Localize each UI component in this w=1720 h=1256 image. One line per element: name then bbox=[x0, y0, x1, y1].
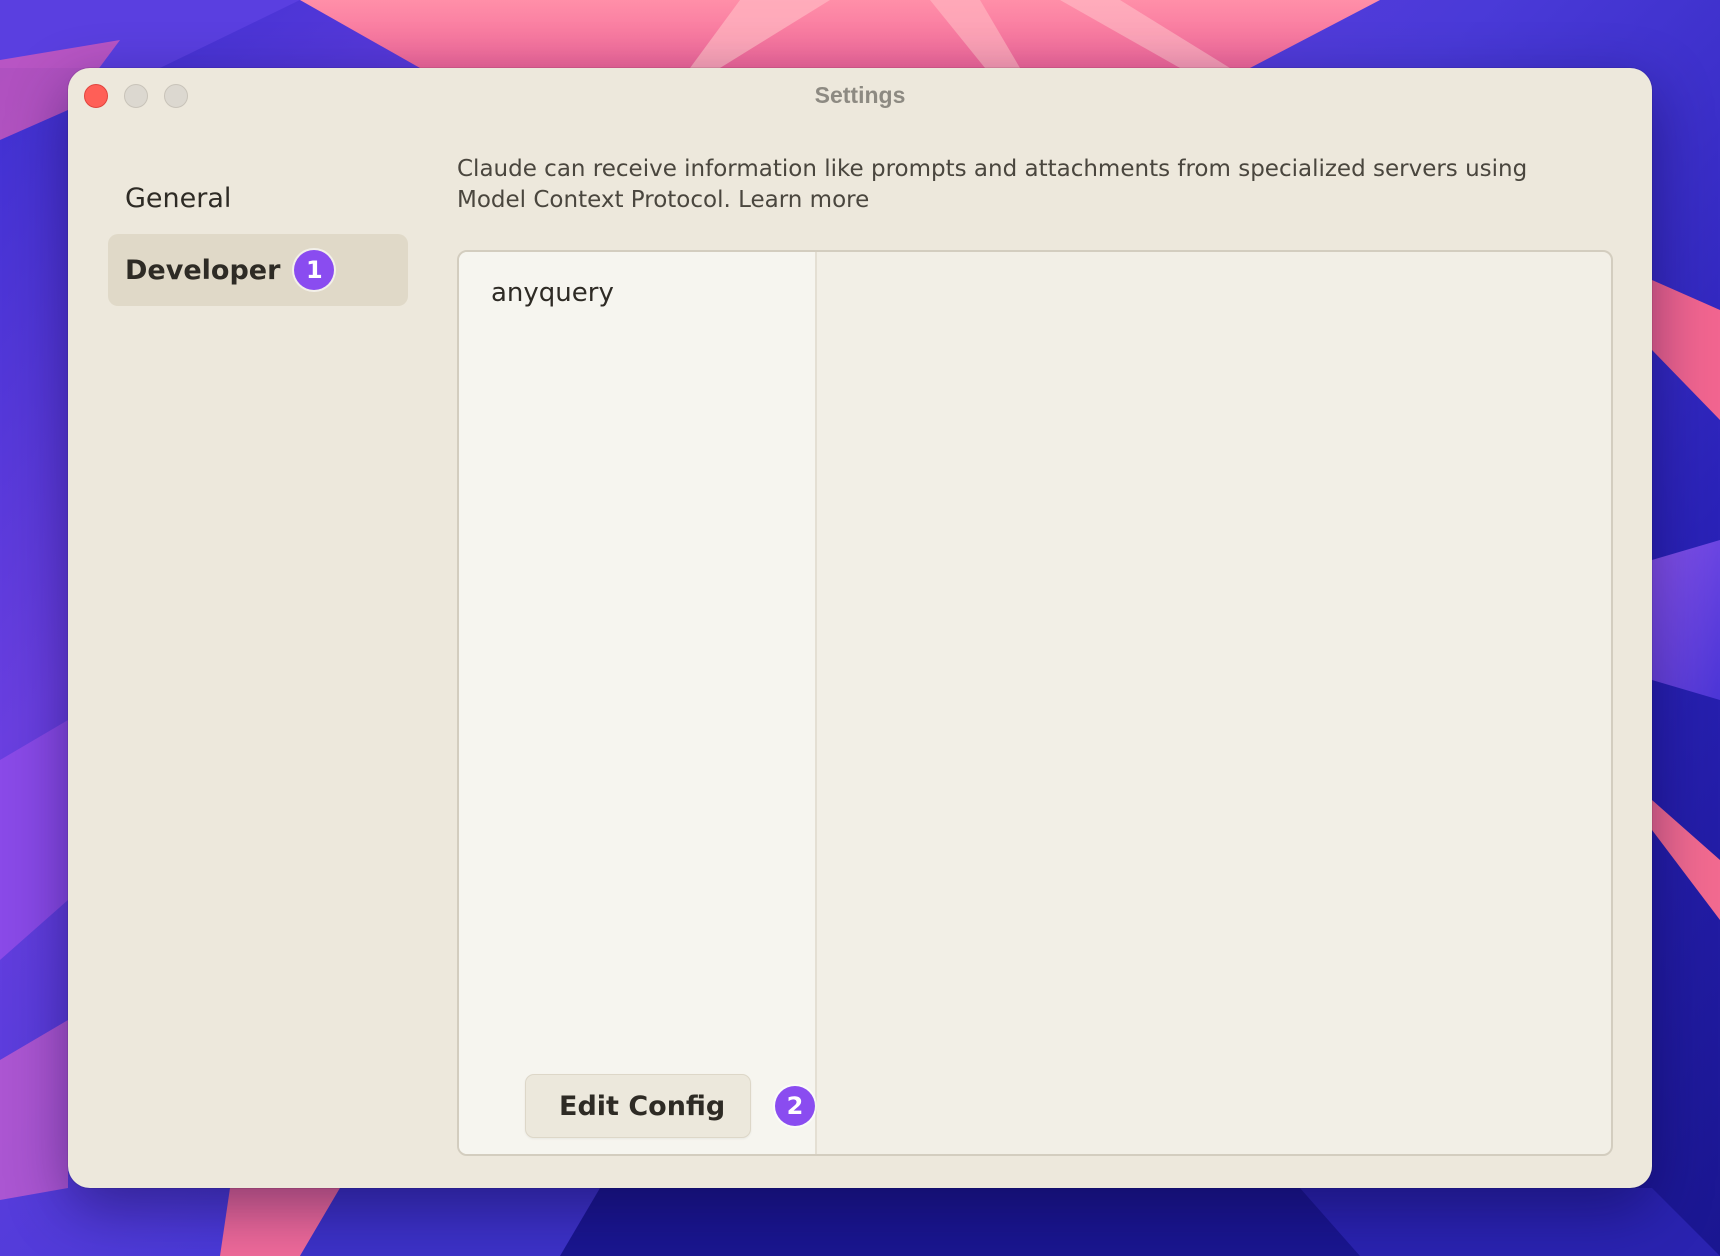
settings-window: Settings General Developer 1 Claude can … bbox=[68, 68, 1652, 1188]
edit-config-button[interactable]: Edit Config bbox=[525, 1074, 751, 1138]
server-detail-pane bbox=[817, 252, 1611, 1154]
window-title: Settings bbox=[814, 82, 906, 108]
edit-config-label: Edit Config bbox=[559, 1090, 726, 1122]
server-list: anyquery Edit Config 2 bbox=[459, 252, 817, 1154]
mcp-servers-panel: anyquery Edit Config 2 bbox=[457, 250, 1613, 1156]
step-badge: 2 bbox=[775, 1086, 815, 1126]
server-item-anyquery[interactable]: anyquery bbox=[491, 278, 614, 308]
mcp-description: Claude can receive information like prom… bbox=[457, 156, 1528, 213]
sidebar-item-general[interactable]: General bbox=[108, 162, 408, 234]
settings-sidebar: General Developer 1 bbox=[108, 162, 408, 306]
sidebar-item-label: General bbox=[125, 182, 232, 214]
sidebar-item-developer[interactable]: Developer 1 bbox=[108, 234, 408, 306]
window-titlebar[interactable]: Settings bbox=[68, 68, 1652, 124]
sidebar-item-label: Developer bbox=[125, 254, 281, 286]
step-badge: 1 bbox=[294, 250, 335, 290]
